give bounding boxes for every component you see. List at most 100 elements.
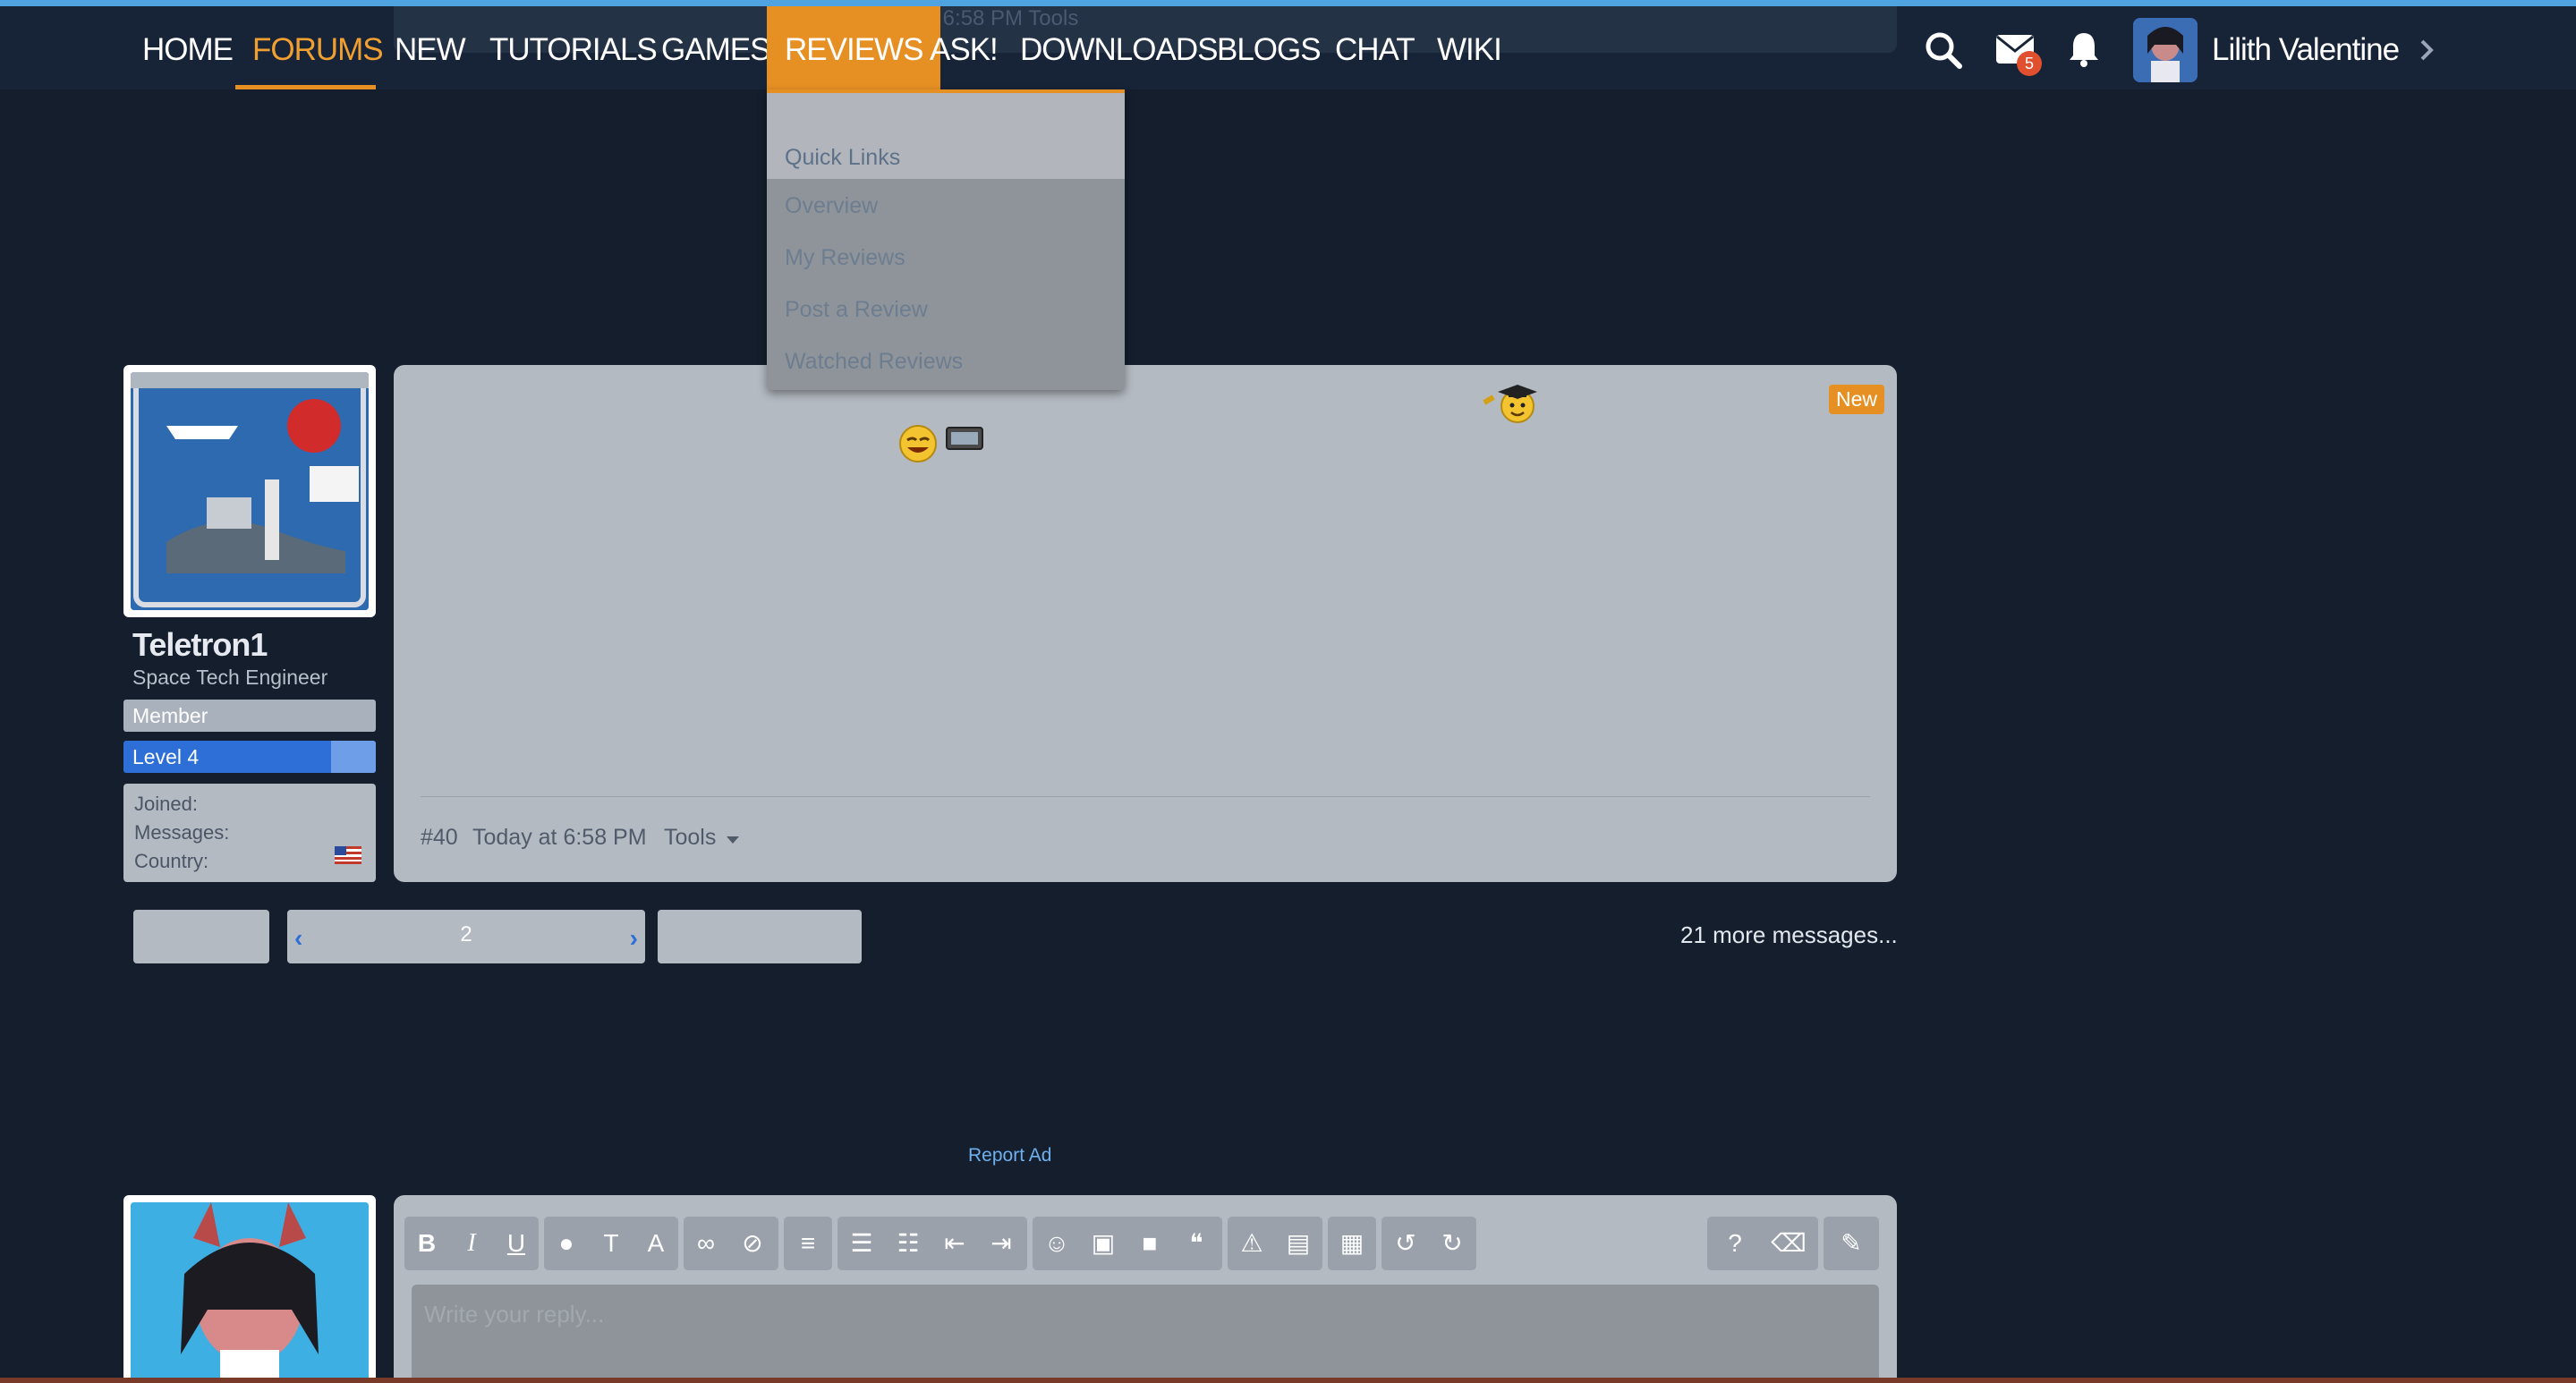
save-draft-icon[interactable]: ▦ [1330, 1217, 1374, 1270]
search-icon[interactable] [1924, 30, 1963, 70]
video-icon[interactable]: ■ [1127, 1217, 1172, 1270]
country-label: Country: [134, 850, 209, 872]
toolbar-group-help: ? ⌫ [1707, 1217, 1818, 1270]
underline-icon[interactable]: U [494, 1217, 539, 1270]
dropdown-header-area: Quick Links [767, 89, 1125, 179]
help-icon[interactable]: ? [1713, 1217, 1757, 1270]
laughing-emoji-icon [899, 425, 983, 462]
chevron-right-icon[interactable]: › [630, 924, 638, 953]
user-name[interactable]: Lilith Valentine [2212, 6, 2400, 89]
current-page-number: 2 [460, 922, 472, 946]
eraser-icon[interactable]: ⌫ [1766, 1217, 1811, 1270]
toolbar-group-save: ▦ [1328, 1217, 1376, 1270]
post-tools-menu[interactable]: Tools [664, 825, 740, 851]
toolbar-group-misc: ⚠ ▤ [1228, 1217, 1322, 1270]
dropdown-item-my-reviews[interactable]: My Reviews [785, 245, 905, 271]
toolbar-group-align: ≡ [784, 1217, 832, 1270]
nav-active-underline [235, 85, 376, 89]
top-accent-line [0, 0, 2576, 6]
reply-avatar[interactable] [131, 1202, 369, 1383]
nav-new[interactable]: NEW [395, 6, 466, 89]
italic-icon[interactable]: I [449, 1217, 494, 1270]
redo-icon[interactable]: ↻ [1430, 1217, 1475, 1270]
post-content: New #40 Today at 6:58 PM Tools [394, 365, 1897, 882]
level-banner-end [331, 741, 376, 773]
font-size-icon[interactable]: T [589, 1217, 633, 1270]
level-banner: Level 4 [123, 741, 376, 773]
toolbar-group-settings: ✎ [1824, 1217, 1879, 1270]
nav-wiki[interactable]: WIKI [1437, 6, 1502, 89]
dropdown-item-watched-reviews[interactable]: Watched Reviews [785, 349, 963, 375]
pagination-next[interactable] [658, 910, 862, 963]
post-author-avatar[interactable] [131, 372, 369, 610]
messages-count-badge: 5 [2017, 51, 2042, 76]
bullet-list-icon[interactable]: ☰ [839, 1217, 884, 1270]
reply-placeholder: Write your reply... [424, 1301, 605, 1328]
toolbar-group-style: ● T A [544, 1217, 678, 1270]
post-timestamp[interactable]: Today at 6:58 PM [472, 825, 647, 851]
dropdown-item-post-review[interactable]: Post a Review [785, 297, 928, 323]
quote-icon[interactable]: ❝ [1174, 1217, 1219, 1270]
post-tools-label: Tools [664, 825, 717, 850]
user-avatar-image-icon [2133, 18, 2198, 82]
outdent-icon[interactable]: ⇤ [932, 1217, 977, 1270]
nav-forums[interactable]: FORUMS [252, 6, 384, 89]
undo-icon[interactable]: ↺ [1383, 1217, 1428, 1270]
reply-avatar-image-icon [131, 1202, 369, 1383]
new-badge: New [1829, 385, 1885, 414]
image-icon[interactable]: ▣ [1081, 1217, 1126, 1270]
pagination-first[interactable] [133, 910, 269, 963]
report-ad-link[interactable]: Report Ad [968, 1145, 1051, 1167]
post-author-title: Space Tech Engineer [132, 666, 328, 689]
bottom-window-strip [0, 1378, 2576, 1383]
toolbar-group-links: ∞ ⊘ [684, 1217, 778, 1270]
chevron-right-icon[interactable] [2418, 38, 2436, 63]
font-family-icon[interactable]: A [633, 1217, 678, 1270]
post-number-link[interactable]: #40 [421, 825, 458, 851]
user-avatar[interactable] [2133, 18, 2198, 82]
numbered-list-icon[interactable]: ☷ [886, 1217, 931, 1270]
smilie-icon[interactable]: ☺ [1034, 1217, 1079, 1270]
nav-blogs[interactable]: BLOGS [1217, 6, 1322, 89]
messages-label: Messages: [134, 821, 230, 844]
level-banner-label: Level 4 [132, 745, 200, 768]
folder-icon[interactable]: ▤ [1276, 1217, 1321, 1270]
reply-textarea[interactable]: Write your reply... [412, 1285, 1879, 1383]
joined-label: Joined: [134, 793, 198, 815]
more-messages-link[interactable]: 21 more messages... [1680, 921, 1898, 949]
toolbar-group-lists: ☰ ☷ ⇤ ⇥ [837, 1217, 1027, 1270]
align-icon[interactable]: ≡ [786, 1217, 830, 1270]
toolbar-group-insert: ☺ ▣ ■ ❝ [1033, 1217, 1222, 1270]
caret-down-icon [727, 836, 740, 844]
wrench-icon[interactable]: ✎ [1829, 1217, 1874, 1270]
member-banner: Member [123, 700, 376, 732]
starwars-box-image-icon [131, 372, 369, 610]
post-divider [421, 796, 1870, 797]
pagination-current[interactable]: ‹ 2 › [287, 910, 645, 963]
nav-chat[interactable]: CHAT [1335, 6, 1416, 89]
nav-home[interactable]: HOME [142, 6, 234, 89]
graduate-emoji-icon [1483, 385, 1537, 423]
reviews-dropdown-menu: Quick Links Overview My Reviews Post a R… [767, 89, 1125, 390]
nav-downloads[interactable]: DOWNLOADS [1020, 6, 1218, 89]
nav-reviews[interactable]: REVIEWS [767, 6, 941, 89]
dropdown-item-overview[interactable]: Overview [785, 193, 878, 219]
toolbar-group-history: ↺ ↻ [1382, 1217, 1476, 1270]
bell-icon[interactable] [2067, 30, 2101, 68]
post-author-name[interactable]: Teletron1 [132, 626, 268, 664]
color-icon[interactable]: ● [544, 1217, 589, 1270]
link-icon[interactable]: ∞ [684, 1217, 728, 1270]
toolbar-group-format: B I U [404, 1217, 539, 1270]
nav-games[interactable]: GAMES [661, 6, 770, 89]
unlink-icon[interactable]: ⊘ [730, 1217, 775, 1270]
spoiler-icon[interactable]: ⚠ [1229, 1217, 1274, 1270]
reply-avatar-card [123, 1195, 376, 1383]
nav-ask[interactable]: ASK! [930, 6, 999, 89]
reply-editor: B I U ● T A ∞ ⊘ ≡ ☰ ☷ ⇤ ⇥ ☺ ▣ ■ ❝ ⚠ ▤ ▦ … [394, 1195, 1897, 1383]
nav-tutorials[interactable]: TUTORIALS [489, 6, 658, 89]
bold-icon[interactable]: B [404, 1217, 449, 1270]
us-flag-icon [335, 846, 361, 864]
indent-icon[interactable]: ⇥ [979, 1217, 1024, 1270]
quick-links-heading: Quick Links [785, 145, 901, 170]
author-extra-info: Joined: Messages: Country: [123, 784, 376, 882]
